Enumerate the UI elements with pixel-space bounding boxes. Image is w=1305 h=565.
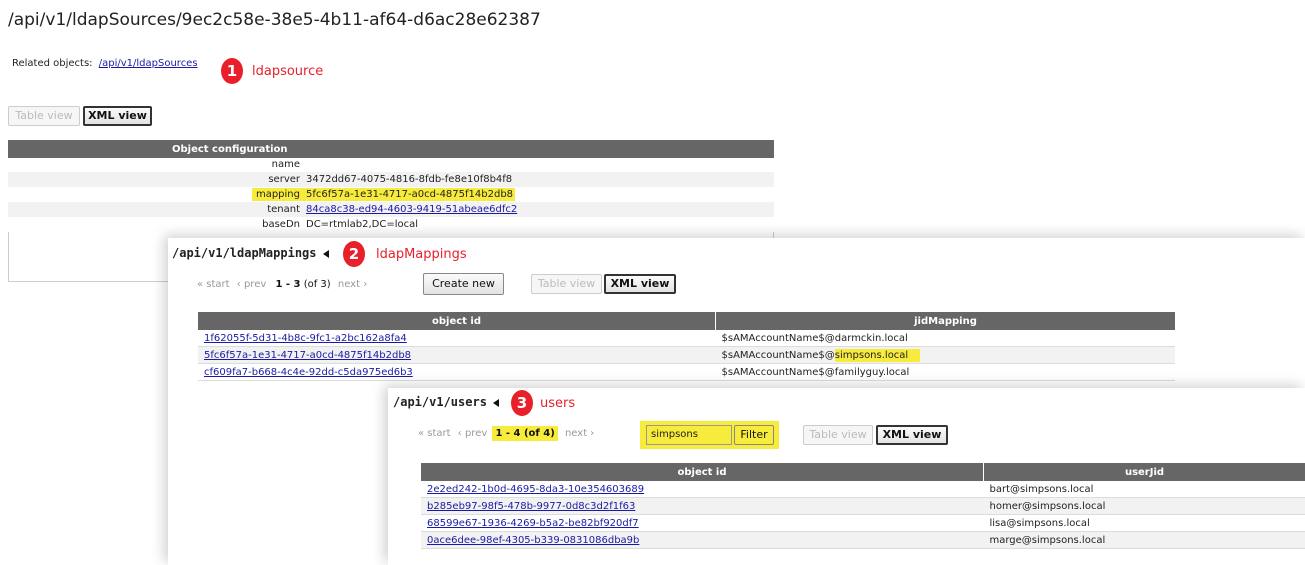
config-value: 5fc6f57a-1e31-4717-a0cd-4875f14b2db8 bbox=[304, 188, 516, 201]
annotation-badge-3: 3 bbox=[511, 390, 533, 416]
object-id-link[interactable]: 2e2ed242-1b0d-4695-8da3-10e354603689 bbox=[427, 484, 644, 495]
column-object-id: object id bbox=[421, 463, 984, 481]
pager-prev-link[interactable]: ‹ prev bbox=[237, 279, 267, 290]
users-path-text: /api/v1/users bbox=[393, 395, 487, 409]
users-path: /api/v1/users bbox=[393, 395, 499, 409]
userjid-cell: lisa@simpsons.local bbox=[983, 514, 1305, 532]
object-id-link[interactable]: 5fc6f57a-1e31-4717-a0cd-4875f14b2db8 bbox=[204, 350, 411, 361]
filter-input-value: simpsons bbox=[651, 429, 698, 440]
tenant-link[interactable]: 84ca8c38-ed94-4603-9419-51abeae6dfc2 bbox=[306, 204, 517, 215]
back-arrow-icon[interactable] bbox=[492, 398, 499, 407]
jidmapping-prefix: $sAMAccountName$@ bbox=[721, 349, 835, 361]
config-key: name bbox=[271, 159, 300, 170]
config-row: server 3472dd67-4075-4816-8fdb-fe8e10f8b… bbox=[8, 172, 774, 187]
config-row: baseDn DC=rtmlab2,DC=local bbox=[8, 217, 774, 232]
table-header-row: object id jidMapping bbox=[198, 312, 1175, 330]
table-row: 2e2ed242-1b0d-4695-8da3-10e354603689 bar… bbox=[421, 481, 1305, 498]
page-title: /api/v1/ldapSources/9ec2c58e-38e5-4b11-a… bbox=[8, 10, 541, 30]
config-row: name bbox=[8, 157, 774, 172]
column-jidmapping: jidMapping bbox=[715, 312, 1175, 330]
xml-view-button[interactable]: XML view bbox=[83, 106, 152, 126]
pager-next-link[interactable]: next › bbox=[565, 428, 594, 439]
object-config-table: Object configuration bbox=[8, 140, 774, 158]
back-arrow-icon[interactable] bbox=[322, 249, 329, 258]
annotation-label-3: users bbox=[540, 396, 576, 411]
config-key: baseDn bbox=[262, 219, 300, 230]
pager-prev-link[interactable]: ‹ prev bbox=[458, 428, 488, 439]
userjid-cell: homer@simpsons.local bbox=[983, 497, 1305, 515]
object-config-header: Object configuration bbox=[8, 140, 774, 158]
annotation-label-2: ldapMappings bbox=[376, 247, 467, 262]
table-row: 5fc6f57a-1e31-4717-a0cd-4875f14b2db8 $sA… bbox=[198, 346, 1175, 364]
table-view-button-2[interactable]: Table view bbox=[531, 274, 602, 294]
ldapmappings-path: /api/v1/ldapMappings bbox=[172, 246, 329, 260]
object-id-link[interactable]: 68599e67-1936-4269-b5a2-be82bf920df7 bbox=[427, 518, 639, 529]
table-header-row: object id userJid bbox=[421, 463, 1305, 481]
ldapmappings-pager: « start ‹ prev 1 - 3 (of 3) next › bbox=[197, 279, 367, 290]
table-view-button-3[interactable]: Table view bbox=[803, 425, 873, 445]
annotation-label-1: ldapsource bbox=[252, 64, 324, 79]
config-value: 3472dd67-4075-4816-8fdb-fe8e10f8b4f8 bbox=[306, 174, 513, 185]
userjid-cell: bart@simpsons.local bbox=[983, 481, 1305, 498]
config-row: tenant 84ca8c38-ed94-4603-9419-51abeae6d… bbox=[8, 202, 774, 217]
jidmapping-cell: $sAMAccountName$@familyguy.local bbox=[715, 363, 1175, 381]
annotation-badge-1: 1 bbox=[221, 58, 243, 84]
object-id-link[interactable]: 0ace6dee-98ef-4305-b339-0831086dba9b bbox=[427, 535, 639, 546]
object-id-link[interactable]: b285eb97-98f5-478b-9977-0d8c3d2f1f63 bbox=[427, 501, 635, 512]
column-userjid: userJid bbox=[983, 463, 1305, 481]
pager-range: 1 - 4 (of 4) bbox=[492, 426, 558, 441]
users-pager: « start ‹ prev 1 - 4 (of 4) next › bbox=[418, 426, 594, 441]
annotation-badge-2: 2 bbox=[343, 241, 365, 267]
create-new-button[interactable]: Create new bbox=[423, 273, 504, 295]
config-value: DC=rtmlab2,DC=local bbox=[306, 219, 418, 230]
jidmapping-cell: $sAMAccountName$@simpsons.local bbox=[715, 346, 1175, 364]
filter-button[interactable]: Filter bbox=[734, 425, 774, 445]
table-row: cf609fa7-b668-4c4e-92dd-c5da975ed6b3 $sA… bbox=[198, 363, 1175, 381]
table-row: 1f62055f-5d31-4b8c-9fc1-a2bc162a8fa4 $sA… bbox=[198, 330, 1175, 347]
ldapmappings-path-text: /api/v1/ldapMappings bbox=[172, 246, 317, 260]
pager-total: (of 3) bbox=[303, 279, 331, 290]
pager-start-link[interactable]: « start bbox=[197, 279, 230, 290]
table-row: 68599e67-1936-4269-b5a2-be82bf920df7 lis… bbox=[421, 514, 1305, 532]
object-id-link[interactable]: cf609fa7-b668-4c4e-92dd-c5da975ed6b3 bbox=[204, 367, 413, 378]
config-key: mapping bbox=[251, 188, 304, 201]
table-view-button[interactable]: Table view bbox=[8, 106, 80, 126]
config-row: mapping 5fc6f57a-1e31-4717-a0cd-4875f14b… bbox=[8, 187, 774, 202]
related-label: Related objects: bbox=[12, 58, 93, 69]
config-key: tenant bbox=[267, 204, 300, 215]
xml-view-button-2[interactable]: XML view bbox=[604, 274, 676, 294]
column-object-id: object id bbox=[198, 312, 716, 330]
table-row: 0ace6dee-98ef-4305-b339-0831086dba9b mar… bbox=[421, 531, 1305, 549]
related-ldapsources-link[interactable]: /api/v1/ldapSources bbox=[99, 58, 198, 69]
object-id-link[interactable]: 1f62055f-5d31-4b8c-9fc1-a2bc162a8fa4 bbox=[204, 333, 407, 344]
table-row: b285eb97-98f5-478b-9977-0d8c3d2f1f63 hom… bbox=[421, 497, 1305, 515]
filter-input[interactable]: simpsons bbox=[646, 425, 732, 445]
jidmapping-cell: $sAMAccountName$@darmckin.local bbox=[715, 330, 1175, 347]
config-key: server bbox=[268, 174, 300, 185]
ldapmappings-table: object id jidMapping 1f62055f-5d31-4b8c-… bbox=[198, 312, 1175, 381]
pager-next-link[interactable]: next › bbox=[338, 279, 367, 290]
userjid-cell: marge@simpsons.local bbox=[983, 531, 1305, 549]
pager-range: 1 - 3 bbox=[275, 279, 301, 290]
xml-view-button-3[interactable]: XML view bbox=[876, 425, 948, 445]
pager-start-link[interactable]: « start bbox=[418, 428, 451, 439]
jidmapping-highlight: simpsons.local bbox=[834, 348, 921, 362]
users-table: object id userJid 2e2ed242-1b0d-4695-8da… bbox=[421, 463, 1305, 549]
related-objects: Related objects: /api/v1/ldapSources bbox=[12, 58, 198, 69]
